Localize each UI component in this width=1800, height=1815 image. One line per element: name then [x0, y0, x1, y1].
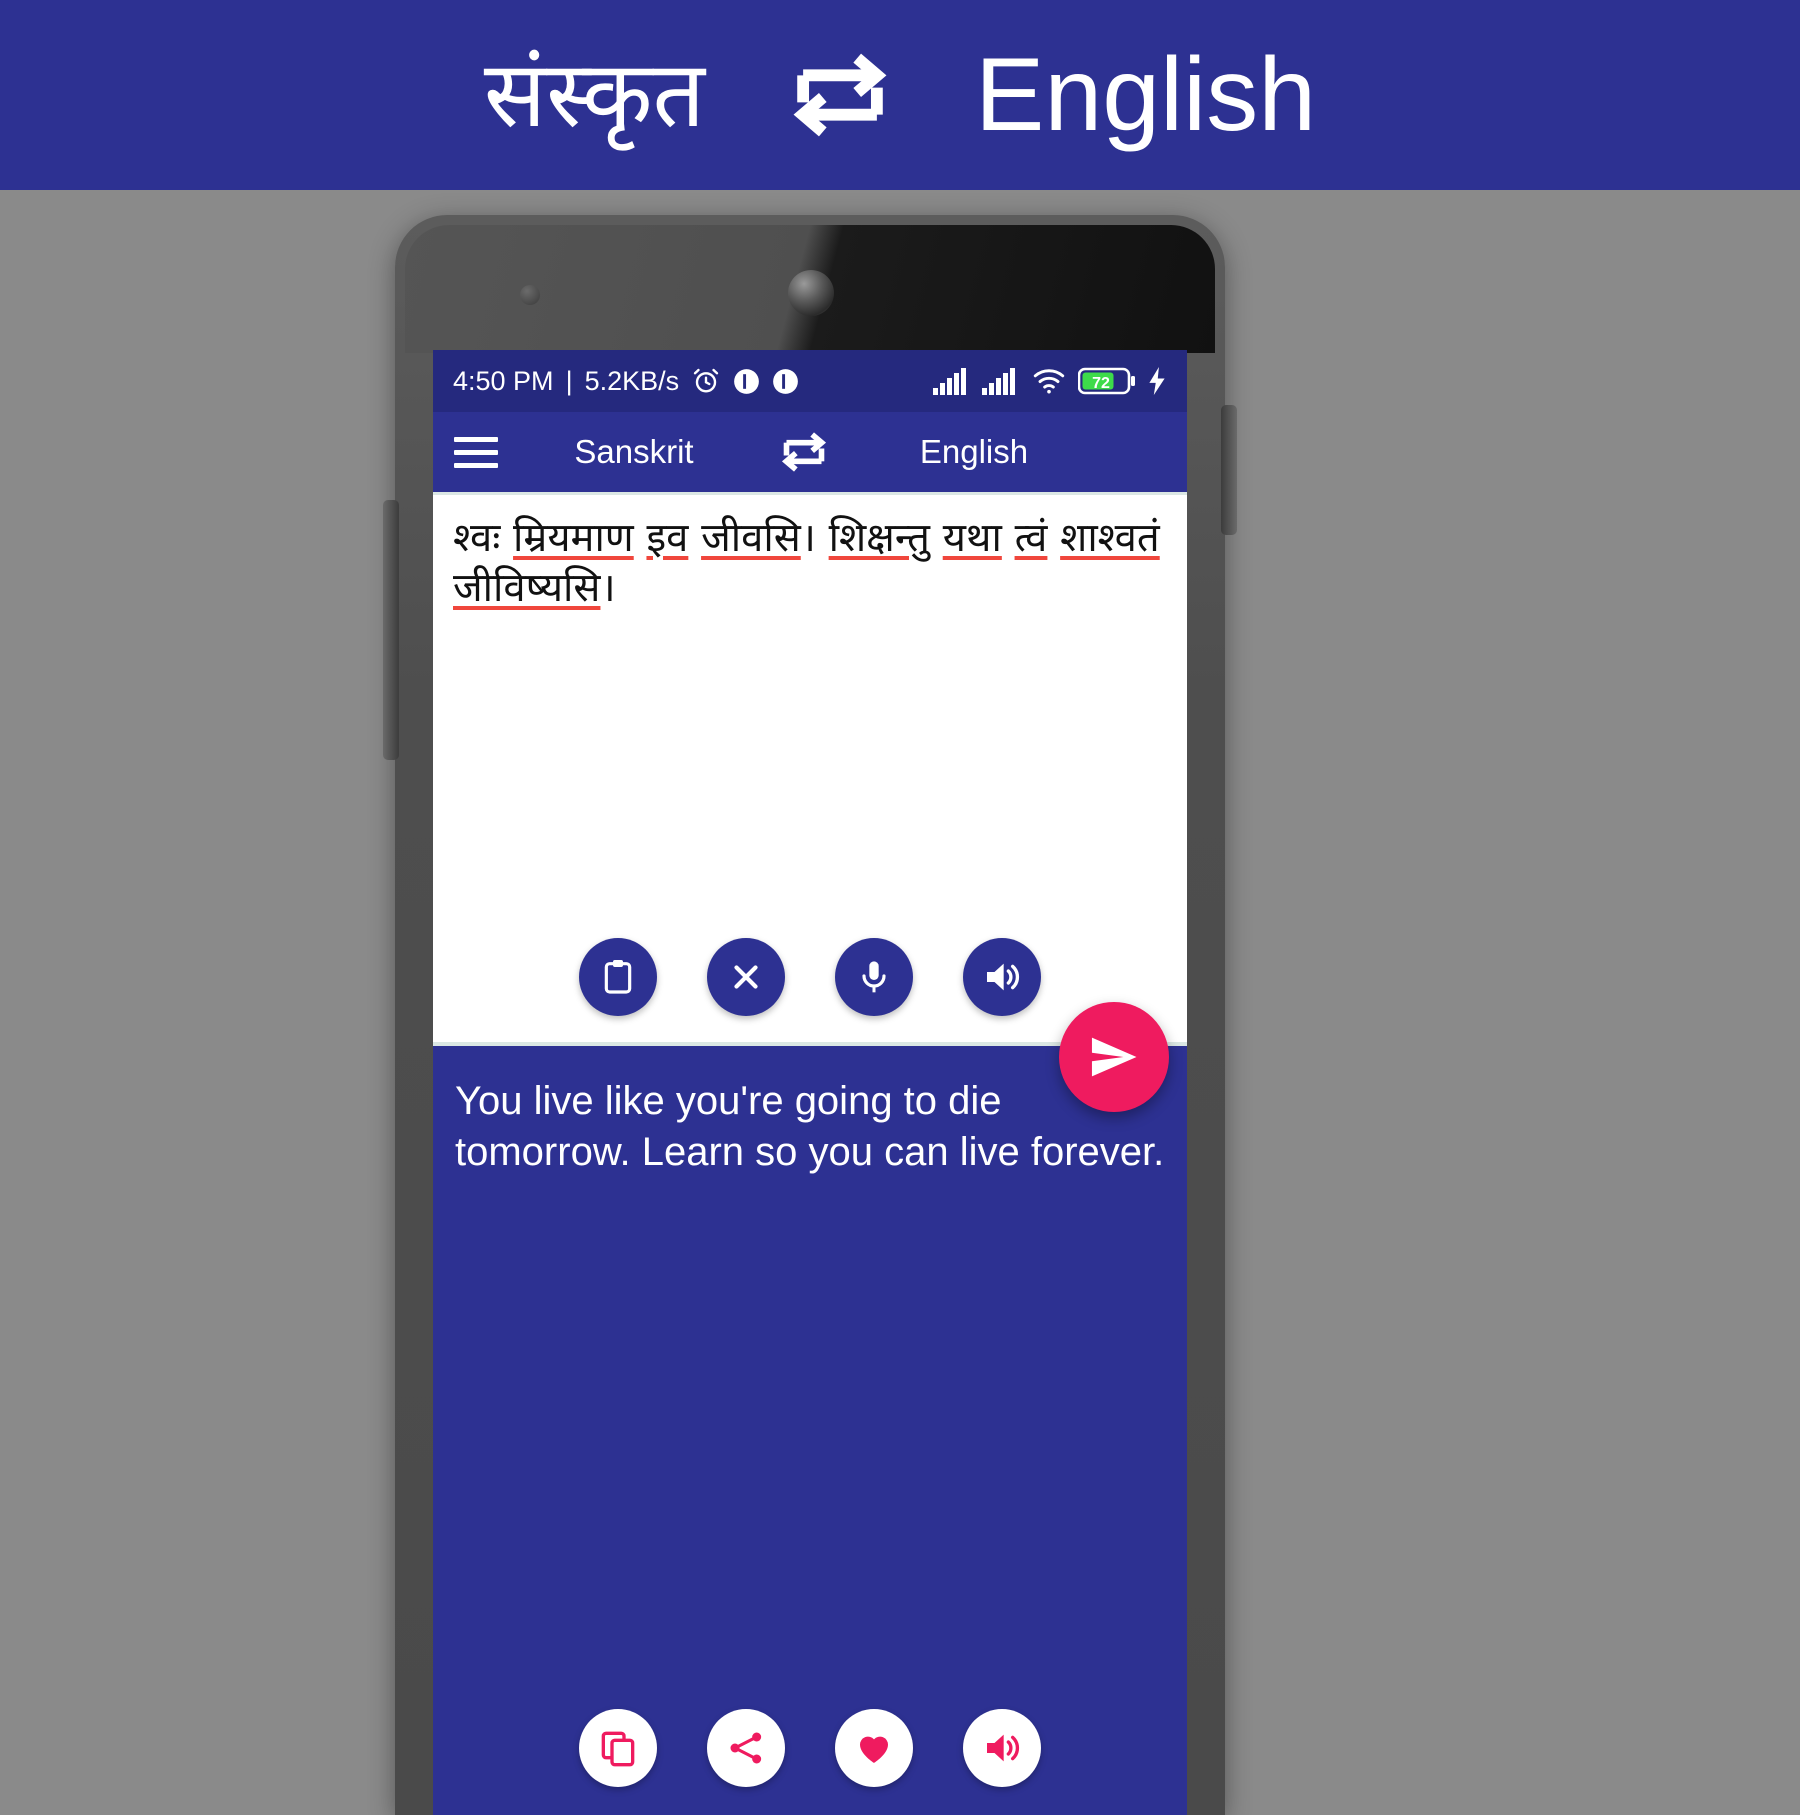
spellcheck-word: शाश्वतं [1060, 515, 1160, 561]
source-text-part: । [800, 515, 829, 561]
app-toolbar: Sanskrit English [433, 412, 1187, 492]
proximity-sensor-icon [520, 285, 540, 305]
source-text-part: । [600, 565, 616, 611]
source-text-part [930, 515, 943, 561]
banner-target-language: English [974, 37, 1317, 153]
spellcheck-word: इव [646, 515, 689, 561]
battery-icon: 72 [1078, 366, 1136, 396]
phone-mockup: 4:50 PM | 5.2KB/s 72 Sanskrit English श्… [383, 215, 1237, 1815]
battery-percent-label: 72 [1092, 375, 1110, 392]
front-camera-icon [788, 270, 834, 316]
phone-screen: 4:50 PM | 5.2KB/s 72 Sanskrit English श्… [433, 350, 1187, 1815]
toolbar-target-language[interactable]: English [859, 433, 1089, 471]
dnd-icon [772, 368, 799, 395]
spellcheck-word: शिक्षन्तु [828, 515, 930, 561]
voice-input-button[interactable] [835, 938, 913, 1016]
source-text-part [1047, 515, 1060, 561]
translation-action-bar [433, 1709, 1187, 1787]
banner-swap-icon [775, 35, 905, 155]
source-action-bar [433, 938, 1187, 1016]
status-bar: 4:50 PM | 5.2KB/s 72 [433, 350, 1187, 412]
source-text-part [1002, 515, 1015, 561]
source-text-part [688, 515, 701, 561]
source-text-part [634, 515, 647, 561]
status-bar-right: 72 [933, 366, 1167, 396]
share-button[interactable] [707, 1709, 785, 1787]
hamburger-menu-icon[interactable] [433, 436, 519, 468]
banner-source-language: संस्कृत [483, 41, 705, 148]
top-banner: संस्कृत English [0, 0, 1800, 190]
status-separator: | [565, 365, 573, 396]
signal-bars-icon [982, 367, 1020, 395]
toolbar-source-language[interactable]: Sanskrit [519, 433, 749, 471]
dnd-icon [733, 368, 760, 395]
spellcheck-word: त्वं [1014, 515, 1048, 561]
paste-button[interactable] [579, 938, 657, 1016]
power-button[interactable] [383, 500, 399, 760]
copy-button[interactable] [579, 1709, 657, 1787]
alarm-clock-icon [691, 366, 721, 396]
clear-button[interactable] [707, 938, 785, 1016]
signal-bars-icon [933, 367, 971, 395]
status-bar-left: 4:50 PM | 5.2KB/s [453, 366, 799, 397]
spellcheck-word: यथा [942, 515, 1002, 561]
source-text-input[interactable]: श्वः म्रियमाण इव जीवसि। शिक्षन्तु यथा त्… [453, 513, 1167, 613]
volume-button[interactable] [1221, 405, 1237, 535]
favorite-button[interactable] [835, 1709, 913, 1787]
toolbar-swap-icon[interactable] [749, 424, 859, 480]
status-network-speed: 5.2KB/s [584, 365, 680, 396]
charging-bolt-icon [1147, 367, 1167, 395]
speak-translation-button[interactable] [963, 1709, 1041, 1787]
translate-send-button[interactable] [1059, 1002, 1169, 1112]
speak-source-button[interactable] [963, 938, 1041, 1016]
send-paper-plane-icon [1091, 1037, 1137, 1077]
heart-icon [859, 1736, 889, 1763]
source-text-panel: श्वः म्रियमाण इव जीवसि। शिक्षन्तु यथा त्… [433, 492, 1187, 1038]
translation-text: You live like you're going to die tomorr… [455, 1079, 1165, 1175]
spellcheck-word: जीविष्यसि [453, 565, 601, 611]
status-time: 4:50 PM [453, 365, 554, 396]
spellcheck-word: जीवसि [701, 515, 801, 561]
source-text-part: श्वः [453, 515, 514, 561]
wifi-icon [1031, 367, 1067, 395]
translation-output-panel: You live like you're going to die tomorr… [433, 1042, 1187, 1815]
spellcheck-word: म्रियमाण [513, 515, 634, 561]
